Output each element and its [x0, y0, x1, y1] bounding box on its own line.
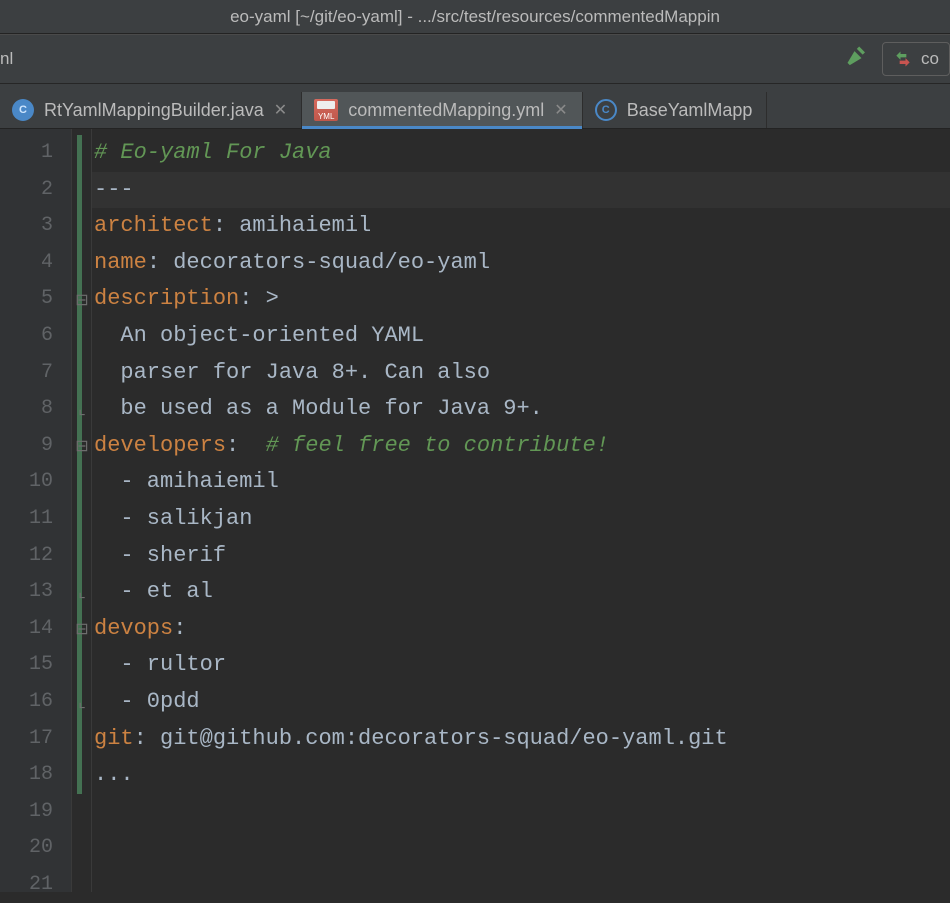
breadcrumb[interactable]: nl: [0, 49, 13, 69]
line-number[interactable]: 21: [0, 867, 53, 903]
line-number[interactable]: 17: [0, 721, 53, 758]
line-number[interactable]: 4: [0, 245, 53, 282]
code-line[interactable]: devops:: [94, 611, 950, 648]
line-number[interactable]: 18: [0, 757, 53, 794]
java-class-icon: C: [595, 99, 617, 121]
line-number[interactable]: 15: [0, 647, 53, 684]
code-line[interactable]: [94, 794, 950, 831]
line-number[interactable]: 11: [0, 501, 53, 538]
code-line[interactable]: ...: [94, 757, 950, 794]
editor: 123456789101112131415161718192021 ⊟⌞⊟⌞⊟⌞…: [0, 129, 950, 892]
code-line[interactable]: - amihaiemil: [94, 464, 950, 501]
line-number[interactable]: 7: [0, 355, 53, 392]
window-title: eo-yaml [~/git/eo-yaml] - .../src/test/r…: [230, 7, 720, 26]
line-number[interactable]: 1: [0, 135, 53, 172]
window-titlebar: eo-yaml [~/git/eo-yaml] - .../src/test/r…: [0, 0, 950, 34]
code-line[interactable]: parser for Java 8+. Can also: [94, 355, 950, 392]
tab-label: commentedMapping.yml: [348, 100, 544, 121]
line-number[interactable]: 2: [0, 172, 53, 209]
tab-commentedmapping-yml[interactable]: YML commentedMapping.yml ✕: [302, 92, 583, 128]
close-icon[interactable]: ✕: [554, 100, 567, 120]
line-number[interactable]: 6: [0, 318, 53, 355]
code-line[interactable]: # Eo-yaml For Java: [94, 135, 950, 172]
code-line[interactable]: [94, 867, 950, 903]
main-toolbar: nl co: [0, 34, 950, 84]
code-line[interactable]: - 0pdd: [94, 684, 950, 721]
close-icon[interactable]: ✕: [274, 100, 287, 120]
line-number[interactable]: 12: [0, 538, 53, 575]
line-number[interactable]: 16: [0, 684, 53, 721]
run-config-label: co: [921, 49, 939, 69]
code-line[interactable]: An object-oriented YAML: [94, 318, 950, 355]
swap-icon: [893, 49, 913, 69]
line-number[interactable]: 14: [0, 611, 53, 648]
fold-marker[interactable]: ⊟: [73, 611, 91, 648]
fold-marker[interactable]: ⊟: [73, 281, 91, 318]
run-config-selector[interactable]: co: [882, 42, 950, 76]
fold-marker[interactable]: ⌞: [73, 684, 91, 721]
code-line[interactable]: developers: # feel free to contribute!: [94, 428, 950, 465]
fold-marker[interactable]: ⌞: [73, 391, 91, 428]
tab-label: BaseYamlMapp: [627, 100, 753, 121]
fold-marker[interactable]: ⊟: [73, 428, 91, 465]
java-class-icon: C: [12, 99, 34, 121]
code-line[interactable]: be used as a Module for Java 9+.: [94, 391, 950, 428]
line-number[interactable]: 5: [0, 281, 53, 318]
code-area[interactable]: # Eo-yaml For Java---architect: amihaiem…: [92, 129, 950, 892]
code-line[interactable]: name: decorators-squad/eo-yaml: [94, 245, 950, 282]
code-line[interactable]: [94, 830, 950, 867]
code-line[interactable]: architect: amihaiemil: [94, 208, 950, 245]
breadcrumb-fragment: nl: [0, 49, 13, 68]
tab-baseyamlmapp[interactable]: C BaseYamlMapp: [583, 92, 768, 128]
line-number[interactable]: 9: [0, 428, 53, 465]
line-number[interactable]: 20: [0, 830, 53, 867]
tab-label: RtYamlMappingBuilder.java: [44, 100, 264, 121]
line-number[interactable]: 13: [0, 574, 53, 611]
line-number[interactable]: 10: [0, 464, 53, 501]
code-line[interactable]: git: git@github.com:decorators-squad/eo-…: [94, 721, 950, 758]
line-gutter[interactable]: 123456789101112131415161718192021: [0, 129, 72, 892]
line-number[interactable]: 3: [0, 208, 53, 245]
caret-line-highlight: [92, 172, 950, 209]
code-line[interactable]: - rultor: [94, 647, 950, 684]
fold-strip[interactable]: ⊟⌞⊟⌞⊟⌞: [72, 129, 92, 892]
build-icon[interactable]: [844, 43, 872, 76]
editor-tabs: C RtYamlMappingBuilder.java ✕ YML commentedM…: [0, 84, 950, 129]
fold-marker[interactable]: ⌞: [73, 574, 91, 611]
line-number[interactable]: 8: [0, 391, 53, 428]
tab-rtyamlmappingbuilder-java[interactable]: C RtYamlMappingBuilder.java ✕: [0, 92, 302, 128]
code-line[interactable]: - sherif: [94, 538, 950, 575]
code-line[interactable]: description: >: [94, 281, 950, 318]
yml-file-icon: YML: [314, 99, 338, 121]
line-number[interactable]: 19: [0, 794, 53, 831]
code-line[interactable]: - salikjan: [94, 501, 950, 538]
code-line[interactable]: - et al: [94, 574, 950, 611]
